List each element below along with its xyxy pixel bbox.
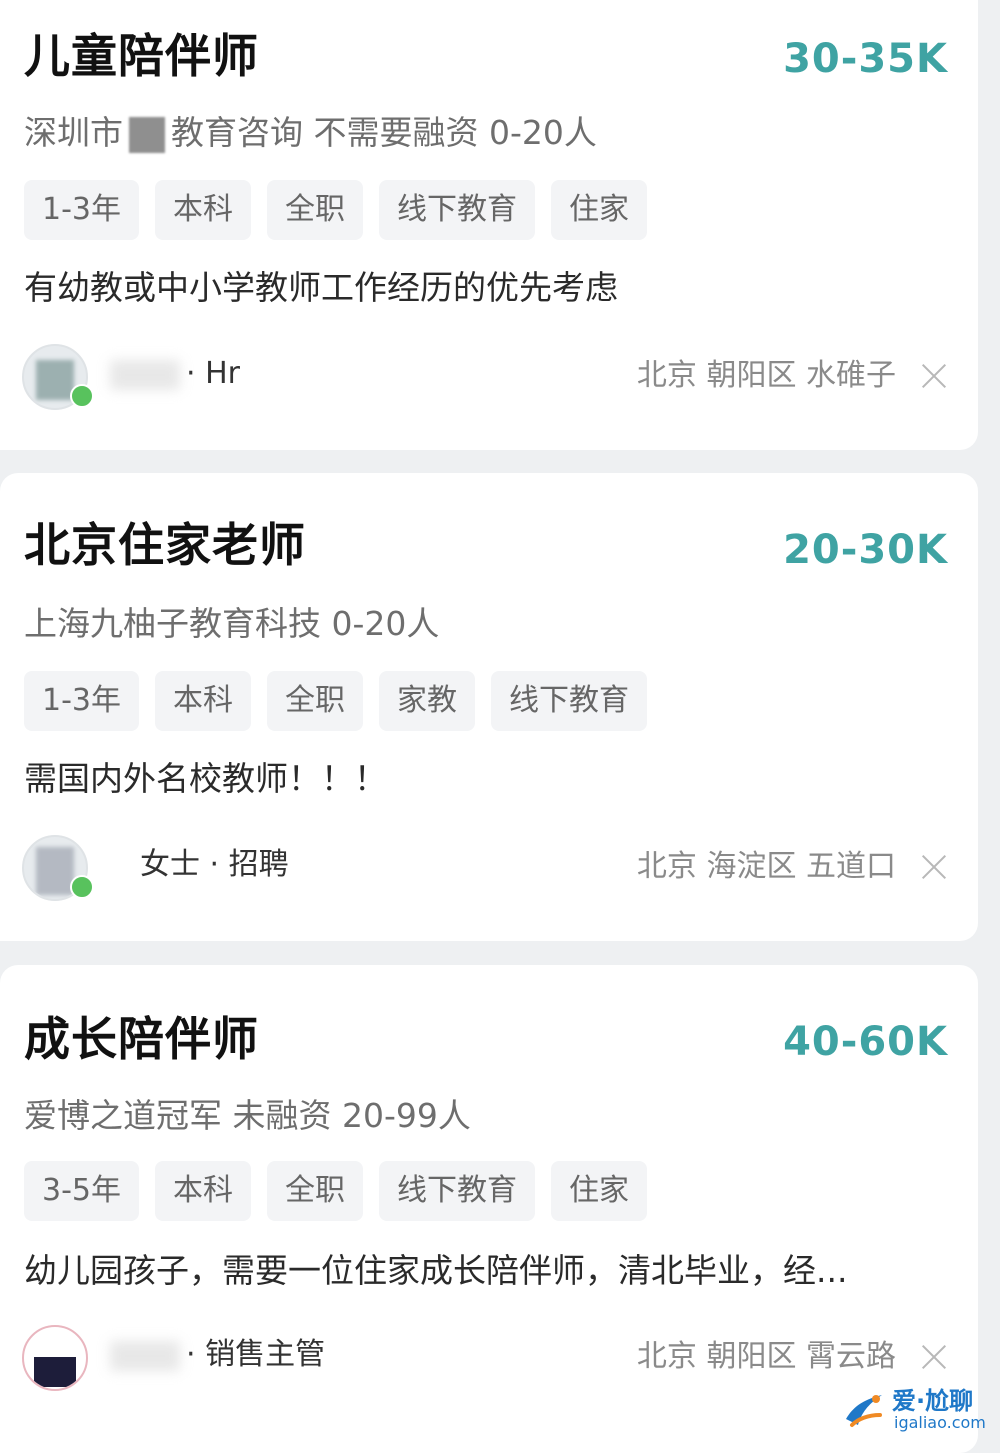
recruiter-title: 女士 · 招聘 (140, 847, 289, 882)
job-tags: 3-5年 本科 全职 线下教育 住家 (24, 1161, 647, 1221)
online-status-icon (70, 384, 94, 408)
redacted-name (110, 1340, 180, 1371)
job-tags: 1-3年 本科 全职 家教 线下教育 (24, 671, 647, 731)
job-salary: 30-35K (783, 36, 948, 82)
company-name-suffix: 教育咨询 不需要融资 0-20人 (171, 113, 597, 152)
job-description: 幼儿园孩子，需要一位住家成长陪伴师，清北毕业，经... (24, 1251, 848, 1290)
company-info: 爱博之道冠军 未融资 20-99人 (24, 1096, 471, 1135)
company-info: 深圳市 教育咨询 不需要融资 0-20人 (24, 110, 597, 156)
job-tag: 住家 (551, 180, 647, 240)
watermark-text: 爱·尬聊 (892, 1387, 974, 1415)
job-tag: 1-3年 (24, 671, 139, 731)
recruiter-row: 女士 · 招聘 北京 海淀区 五道口 (22, 833, 948, 903)
company-info: 上海九柚子教育科技 0-20人 (24, 604, 440, 643)
job-tag: 全职 (267, 1161, 363, 1221)
job-tag: 3-5年 (24, 1161, 139, 1221)
recruiter-title: · 销售主管 (186, 1337, 326, 1372)
recruiter-title: · Hr (186, 356, 240, 391)
job-tag: 线下教育 (491, 671, 647, 731)
job-tag: 全职 (267, 180, 363, 240)
job-salary: 20-30K (783, 527, 948, 573)
job-card[interactable]: 儿童陪伴师 30-35K 深圳市 教育咨询 不需要融资 0-20人 1-3年 本科… (0, 0, 978, 450)
company-name-prefix: 深圳市 (24, 113, 123, 152)
job-title: 北京住家老师 (24, 518, 306, 572)
recruiter-name: 女士 · 招聘 (140, 843, 289, 887)
job-tag: 线下教育 (379, 1161, 535, 1221)
job-tag: 家教 (379, 671, 475, 731)
recruiter-name: · 销售主管 (110, 1333, 325, 1377)
job-card[interactable]: 成长陪伴师 40-60K 爱博之道冠军 未融资 20-99人 3-5年 本科 全… (0, 965, 978, 1453)
close-icon[interactable] (920, 853, 948, 881)
redacted-name (110, 359, 180, 390)
recruiter-row: · 销售主管 北京 朝阳区 霄云路 (22, 1323, 948, 1393)
job-tag: 线下教育 (379, 180, 535, 240)
job-tag: 本科 (155, 180, 251, 240)
avatar[interactable] (22, 1325, 88, 1391)
job-location: 北京 朝阳区 霄云路 (636, 1339, 896, 1374)
job-description: 需国内外名校教师！！！ (24, 759, 387, 798)
job-tag: 本科 (155, 1161, 251, 1221)
job-tag: 本科 (155, 671, 251, 731)
close-icon[interactable] (920, 1343, 948, 1371)
job-tag: 1-3年 (24, 180, 139, 240)
watermark-url: igaliao.com (894, 1413, 986, 1432)
job-card[interactable]: 北京住家老师 20-30K 上海九柚子教育科技 0-20人 1-3年 本科 全职… (0, 473, 978, 941)
recruiter-row: · Hr 北京 朝阳区 水碓子 (22, 342, 948, 412)
online-status-icon (70, 875, 94, 899)
job-salary: 40-60K (783, 1019, 948, 1065)
job-tag: 住家 (551, 1161, 647, 1221)
job-location: 北京 朝阳区 水碓子 (636, 358, 896, 393)
job-title: 成长陪伴师 (24, 1012, 259, 1066)
watermark: 爱·尬聊 igaliao.com (840, 1381, 990, 1439)
job-tag: 全职 (267, 671, 363, 731)
watermark-logo-icon (846, 1395, 882, 1427)
job-tags: 1-3年 本科 全职 线下教育 住家 (24, 180, 647, 240)
job-location: 北京 海淀区 五道口 (636, 849, 896, 884)
redacted-block (129, 116, 165, 153)
recruiter-name: · Hr (110, 352, 240, 396)
close-icon[interactable] (920, 362, 948, 390)
job-description: 有幼教或中小学教师工作经历的优先考虑 (24, 268, 618, 307)
job-title: 儿童陪伴师 (24, 29, 259, 83)
